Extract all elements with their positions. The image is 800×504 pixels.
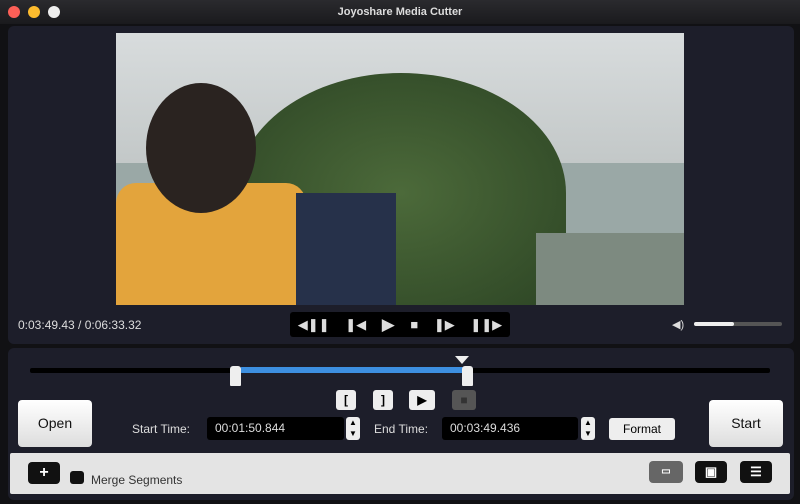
selected-range [240, 367, 466, 373]
zoom-window-button[interactable] [48, 6, 60, 18]
output-folder-icon[interactable]: ▣ [695, 461, 727, 483]
start-time-stepper[interactable]: ▲ ▼ [346, 417, 360, 440]
open-button[interactable]: Open [18, 400, 92, 447]
volume-icon[interactable]: ◀) [672, 318, 684, 331]
preview-segment-button[interactable]: ▶ [409, 390, 435, 410]
add-segment-button[interactable]: + [28, 462, 60, 484]
mark-in-button[interactable]: [ [336, 390, 356, 410]
volume-slider[interactable] [694, 322, 782, 326]
end-time-input[interactable]: 00:03:49.436 [442, 417, 578, 440]
title-bar: Joyoshare Media Cutter [0, 0, 800, 24]
play-cursor-icon: ▶ [417, 393, 427, 407]
previous-frame-icon[interactable]: ❚◀ [345, 317, 366, 333]
next-frame-icon[interactable]: ❚▶ [434, 317, 455, 333]
edit-icon[interactable]: ▭ [649, 461, 683, 483]
time-display: 0:03:49.43 / 0:06:33.32 [18, 318, 142, 332]
window-title: Joyoshare Media Cutter [337, 6, 463, 18]
start-handle[interactable] [230, 366, 241, 386]
playhead[interactable] [455, 356, 469, 364]
end-time-label: End Time: [374, 422, 429, 436]
merge-segments-checkbox[interactable] [70, 471, 84, 484]
stop-icon[interactable]: ■ [410, 317, 418, 332]
format-button[interactable]: Format [609, 418, 675, 440]
close-window-button[interactable] [8, 6, 20, 18]
mark-out-button[interactable]: ] [373, 390, 393, 410]
volume-fill [694, 322, 734, 326]
minimize-window-button[interactable] [28, 6, 40, 18]
play-icon[interactable]: ▶ [382, 315, 395, 335]
end-handle[interactable] [462, 366, 473, 386]
stop-icon: ■ [460, 393, 468, 407]
next-segment-icon[interactable]: ❚❚▶ [470, 317, 502, 333]
previous-segment-icon[interactable]: ◀❚❚ [298, 317, 330, 333]
end-time-stepper[interactable]: ▲ ▼ [581, 417, 595, 440]
stop-preview-button[interactable]: ■ [452, 390, 476, 410]
start-time-label: Start Time: [132, 422, 191, 436]
merge-segments-label: Merge Segments [91, 473, 183, 487]
task-list-icon[interactable]: ☰ [740, 461, 772, 483]
start-time-input[interactable]: 00:01:50.844 [207, 417, 344, 440]
video-preview[interactable] [116, 33, 684, 305]
playback-controls: ◀❚❚ ❚◀ ▶ ■ ❚▶ ❚❚▶ [290, 312, 510, 337]
start-button[interactable]: Start [709, 400, 783, 447]
